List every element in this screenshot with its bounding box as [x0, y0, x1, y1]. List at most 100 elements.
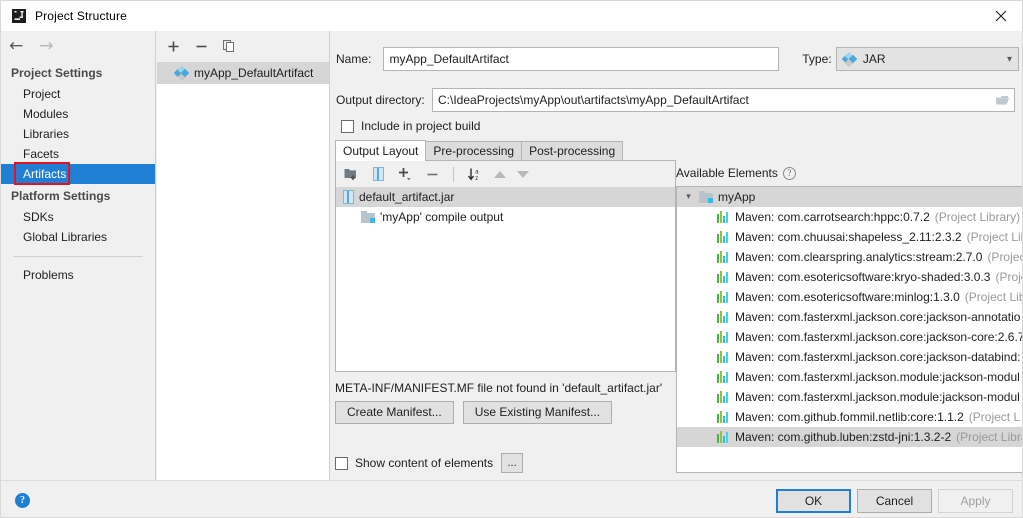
back-arrow-icon[interactable]: ← [9, 37, 23, 55]
forward-arrow-icon[interactable]: → [39, 37, 53, 55]
list-item[interactable]: Maven: com.chuusai:shapeless_2.11:2.3.2 … [677, 227, 1022, 247]
show-content-checkbox[interactable] [335, 456, 348, 470]
chevron-down-icon[interactable]: ▾ [683, 192, 694, 202]
move-down-button[interactable] [517, 170, 529, 178]
list-item[interactable]: Maven: com.clearspring.analytics:stream:… [677, 247, 1022, 267]
cancel-button[interactable]: Cancel [857, 489, 932, 513]
sidebar-divider [13, 256, 143, 257]
artifact-type-select[interactable]: JAR ▾ [835, 47, 1019, 71]
include-in-build-row[interactable]: Include in project build [341, 119, 480, 133]
show-content-checkbox-row[interactable]: Show content of elements [335, 456, 493, 470]
intellij-idea-icon [11, 8, 27, 24]
manifest-buttons: Create Manifest... Use Existing Manifest… [335, 401, 613, 424]
tree-row[interactable]: 'myApp' compile output [336, 207, 675, 227]
dialog-footer: ? OK Cancel Apply [1, 480, 1022, 517]
library-label: Maven: com.chuusai:shapeless_2.11:2.3.2 [735, 230, 962, 244]
sidebar-item-problems[interactable]: Problems [1, 265, 155, 285]
sidebar-item-sdks[interactable]: SDKs [1, 207, 155, 227]
artifact-name-input[interactable]: myApp_DefaultArtifact [383, 47, 780, 71]
add-element-button[interactable] [397, 166, 413, 182]
library-icon [717, 371, 730, 383]
artifact-diamond-icon [173, 65, 190, 81]
library-label: Maven: com.fasterxml.jackson.core:jackso… [735, 350, 1021, 364]
library-icon [717, 331, 730, 343]
list-item[interactable]: Maven: com.esotericsoftware:kryo-shaded:… [677, 267, 1022, 287]
close-icon[interactable] [978, 1, 1022, 31]
help-icon[interactable]: ? [782, 166, 796, 180]
available-elements-panel[interactable]: ▾ myApp Maven: com.carrotsearch:hppc:0.7… [676, 186, 1023, 473]
available-elements-list: ▾ myApp Maven: com.carrotsearch:hppc:0.7… [677, 187, 1023, 472]
list-item[interactable]: Maven: com.github.fommil.netlib:core:1.1… [677, 407, 1022, 427]
list-item[interactable]: Maven: com.fasterxml.jackson.core:jackso… [677, 347, 1022, 367]
list-item[interactable]: myApp_DefaultArtifact [157, 62, 329, 84]
library-icon [717, 391, 730, 403]
library-label: Maven: com.fasterxml.jackson.module:jack… [735, 370, 1020, 384]
library-scope: (Project Libra [966, 230, 1022, 244]
tab-pre-processing[interactable]: Pre-processing [425, 141, 523, 161]
tree-row[interactable]: ▾ myApp [677, 187, 1022, 207]
add-directory-button[interactable] [343, 166, 359, 182]
tree-row-label: 'myApp' compile output [380, 210, 504, 224]
copy-artifact-button[interactable] [221, 38, 237, 54]
create-manifest-button[interactable]: Create Manifest... [335, 401, 454, 424]
list-item[interactable]: Maven: com.carrotsearch:hppc:0.7.2 (Proj… [677, 207, 1022, 227]
library-label: Maven: com.carrotsearch:hppc:0.7.2 [735, 210, 930, 224]
available-elements-header-row: Available Elements ? [676, 162, 1022, 184]
output-directory-field[interactable]: C:\IdeaProjects\myApp\out\artifacts\myAp… [432, 88, 1015, 112]
sidebar-item-facets[interactable]: Facets [1, 144, 155, 164]
available-elements-title: Available Elements [676, 166, 778, 180]
remove-artifact-button[interactable] [193, 38, 209, 54]
list-item[interactable]: Maven: com.fasterxml.jackson.module:jack… [677, 387, 1022, 407]
library-scope: (Project L [968, 410, 1021, 424]
sidebar-item-artifacts[interactable]: Artifacts [1, 162, 155, 185]
folder-browse-icon[interactable] [990, 89, 1014, 111]
list-item[interactable]: Maven: com.github.luben:zstd-jni:1.3.2-2… [677, 427, 1022, 447]
library-icon [717, 251, 730, 263]
library-label: Maven: com.fasterxml.jackson.module:jack… [735, 390, 1020, 404]
sidebar-item-libraries[interactable]: Libraries [1, 124, 155, 144]
svg-text:a: a [475, 169, 479, 175]
output-directory-input[interactable]: C:\IdeaProjects\myApp\out\artifacts\myAp… [433, 89, 990, 111]
sidebar-item-project[interactable]: Project [1, 84, 155, 104]
use-existing-manifest-button[interactable]: Use Existing Manifest... [462, 401, 613, 424]
remove-element-button[interactable] [424, 166, 440, 182]
tab-post-processing[interactable]: Post-processing [521, 141, 624, 161]
add-artifact-button[interactable] [165, 38, 181, 54]
library-scope: (Project Lib [964, 290, 1023, 304]
list-item[interactable]: Maven: com.fasterxml.jackson.module:jack… [677, 367, 1022, 387]
move-up-button[interactable] [494, 170, 506, 178]
sidebar-item-artifacts-label: Artifacts [23, 167, 67, 181]
chevron-down-icon: ▾ [1006, 53, 1012, 65]
library-label: Maven: com.github.fommil.netlib:core:1.1… [735, 410, 964, 424]
show-content-more-button[interactable]: ... [501, 453, 524, 473]
sidebar-item-modules[interactable]: Modules [1, 104, 155, 124]
window-title: Project Structure [35, 9, 127, 23]
include-in-build-label: Include in project build [361, 119, 481, 133]
name-row: Name: myApp_DefaultArtifact Type: JAR ▾ [336, 47, 1019, 71]
tree-row[interactable]: default_artifact.jar [336, 187, 675, 207]
module-folder-icon [699, 191, 713, 203]
sidebar-nav-arrows: ← → [1, 31, 155, 61]
library-icon [717, 271, 730, 283]
window-titlebar: Project Structure [1, 1, 1022, 31]
help-button[interactable]: ? [15, 493, 30, 508]
tree-row-label: default_artifact.jar [359, 190, 455, 204]
sort-az-button[interactable]: a z [467, 166, 483, 182]
sidebar-item-global-libraries[interactable]: Global Libraries [1, 227, 155, 247]
artifact-tabs: Output Layout Pre-processing Post-proces… [335, 140, 1020, 161]
list-item[interactable]: Maven: com.esotericsoftware:minlog:1.3.0… [677, 287, 1023, 307]
library-scope: (Proje [995, 270, 1022, 284]
include-in-build-checkbox[interactable] [341, 119, 354, 133]
project-structure-dialog: Project Structure ← → Project Settings P… [0, 0, 1023, 518]
list-item[interactable]: Maven: com.fasterxml.jackson.core:jackso… [677, 307, 1022, 327]
library-icon [717, 311, 730, 323]
list-item[interactable]: Maven: com.fasterxml.jackson.core:jackso… [677, 327, 1022, 347]
library-label: Maven: com.esotericsoftware:minlog:1.3.0 [735, 290, 960, 304]
tab-output-layout[interactable]: Output Layout [335, 140, 427, 161]
artifact-diamond-icon [841, 51, 858, 67]
artifact-type-value: JAR [862, 52, 886, 66]
library-icon [717, 411, 730, 423]
add-archive-button[interactable] [370, 166, 386, 182]
ok-button[interactable]: OK [776, 489, 851, 513]
library-label: Maven: com.clearspring.analytics:stream:… [735, 250, 983, 264]
